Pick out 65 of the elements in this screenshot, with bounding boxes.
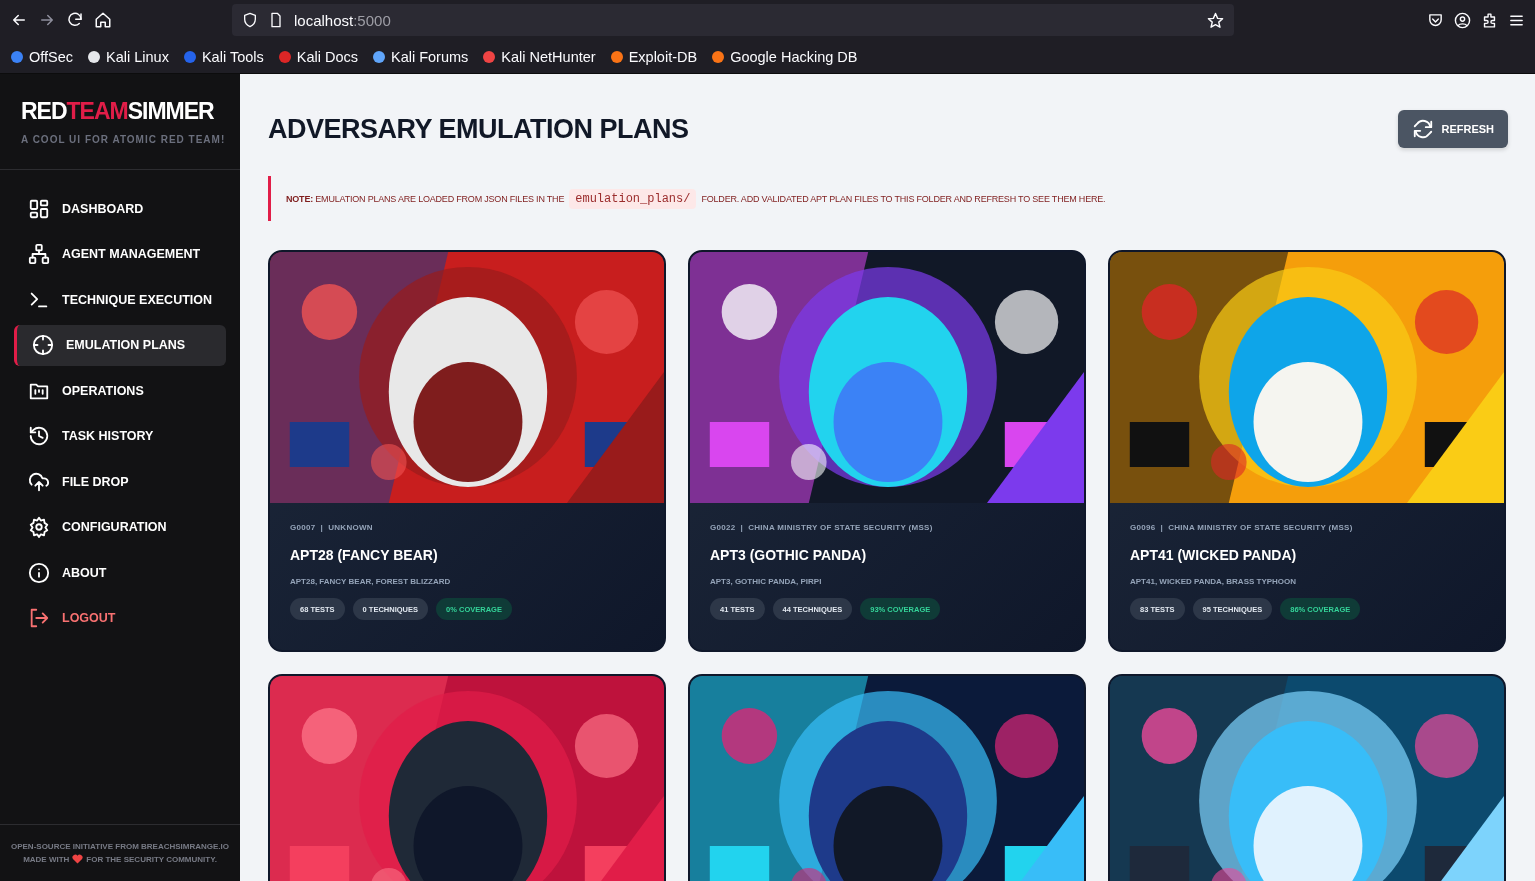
bookmark-link[interactable]: OffSec: [10, 48, 74, 65]
plan-aliases: APT41, WICKED PANDA, BRASS TYPHOON: [1130, 577, 1298, 586]
home-icon: [94, 11, 112, 29]
nav-item[interactable]: CONFIGURATION: [14, 506, 226, 548]
bookmark-icon: [182, 49, 197, 64]
bookmark-link[interactable]: Kali Docs: [277, 48, 358, 65]
bookmark-icon: [482, 49, 497, 64]
bookmark-link[interactable]: Google Hacking DB: [711, 48, 858, 65]
note-text: NOTE: EMULATION PLANS ARE LOADED FROM JSON FILES IN THE: [286, 193, 565, 204]
refresh-icon: [1412, 118, 1435, 140]
group-meta: G0096 | CHINA MINISTRY OF STATE SECURITY (MSS): [1130, 523, 1354, 532]
info-icon: [28, 561, 50, 584]
footer-text: OPEN-SOURCE INITIATIVE FROM BREACHSIMRANGE.IO: [10, 842, 230, 851]
nav-item[interactable]: TASK HISTORY: [14, 415, 226, 457]
plan-title: APT3 (GOTHIC PANDA): [710, 547, 868, 563]
plan-aliases: APT3, GOTHIC PANDA, PIRPI: [710, 577, 823, 586]
plan-aliases: APT28, FANCY BEAR, FOREST BLIZZARD: [290, 577, 452, 586]
bookmark-link[interactable]: Kali Tools: [182, 48, 264, 65]
plan-title: APT28 (FANCY BEAR): [290, 547, 439, 563]
bookmark-icon: [711, 49, 726, 64]
nav-item[interactable]: LOGOUT: [14, 597, 226, 639]
logout-icon: [28, 607, 50, 630]
pocket-icon: [1427, 11, 1444, 29]
nav-item[interactable]: ABOUT: [14, 552, 226, 594]
nav-item[interactable]: OPERATIONS: [14, 370, 226, 412]
network-icon: [28, 243, 50, 266]
account-icon: [1454, 11, 1471, 29]
star-icon: [1207, 11, 1224, 29]
bookmark-link[interactable]: Exploit-DB: [609, 48, 698, 65]
bookmark-icon: [277, 49, 292, 64]
footer-text: FOR THE SECURITY COMMUNITY.: [86, 854, 217, 864]
group-meta: G0007 | UNKNOWN: [290, 523, 374, 532]
bookmark-link[interactable]: Kali Linux: [87, 48, 169, 65]
page-icon: [268, 12, 284, 28]
bookmark-link[interactable]: Kali NetHunter: [482, 48, 596, 65]
group-meta: G0022 | CHINA MINISTRY OF STATE SECURITY (MSS): [710, 523, 934, 532]
bookmark-icon: [372, 49, 386, 64]
bookmark-icon: [87, 49, 102, 64]
footer-text: MADE WITH: [23, 854, 70, 864]
page-title: ADVERSARY EMULATION PLANS: [268, 113, 689, 145]
tagline: A COOL UI FOR ATOMIC RED TEAM!: [21, 134, 227, 145]
heart-icon: [72, 854, 84, 864]
dashboard-icon: [28, 197, 50, 220]
history-icon: [28, 425, 50, 448]
plan-title: APT41 (WICKED PANDA): [1130, 547, 1298, 563]
url-text: localhost:5000: [294, 11, 391, 29]
note-text: FOLDER. ADD VALIDATED APT PLAN FILES TO THIS FOLDER AND REFRESH TO SEE THEM HERE.: [701, 193, 1106, 204]
shield-icon: [242, 12, 258, 28]
extensions-icon: [1481, 11, 1498, 29]
bookmark-icon: [10, 49, 24, 64]
crosshair-icon: [32, 334, 54, 357]
nav-item[interactable]: DASHBOARD: [14, 188, 226, 230]
reload-icon: [66, 11, 84, 29]
nav-item[interactable]: AGENT MANAGEMENT: [14, 233, 226, 275]
address-bar[interactable]: localhost:5000: [232, 4, 1234, 36]
bookmark-icon: [609, 49, 624, 64]
refresh-button[interactable]: REFRESH: [1398, 110, 1508, 148]
folder-code: emulation_plans/: [569, 188, 697, 209]
nav-item[interactable]: EMULATION PLANS: [14, 324, 226, 366]
settings-icon: [28, 516, 50, 539]
nav-item[interactable]: FILE DROP: [14, 461, 226, 503]
nav-item[interactable]: TECHNIQUE EXECUTION: [14, 279, 226, 321]
bookmark-link[interactable]: Kali Forums: [372, 48, 469, 65]
app-logo: REDTEAMSIMMER: [21, 97, 214, 126]
upload-icon: [28, 470, 50, 493]
